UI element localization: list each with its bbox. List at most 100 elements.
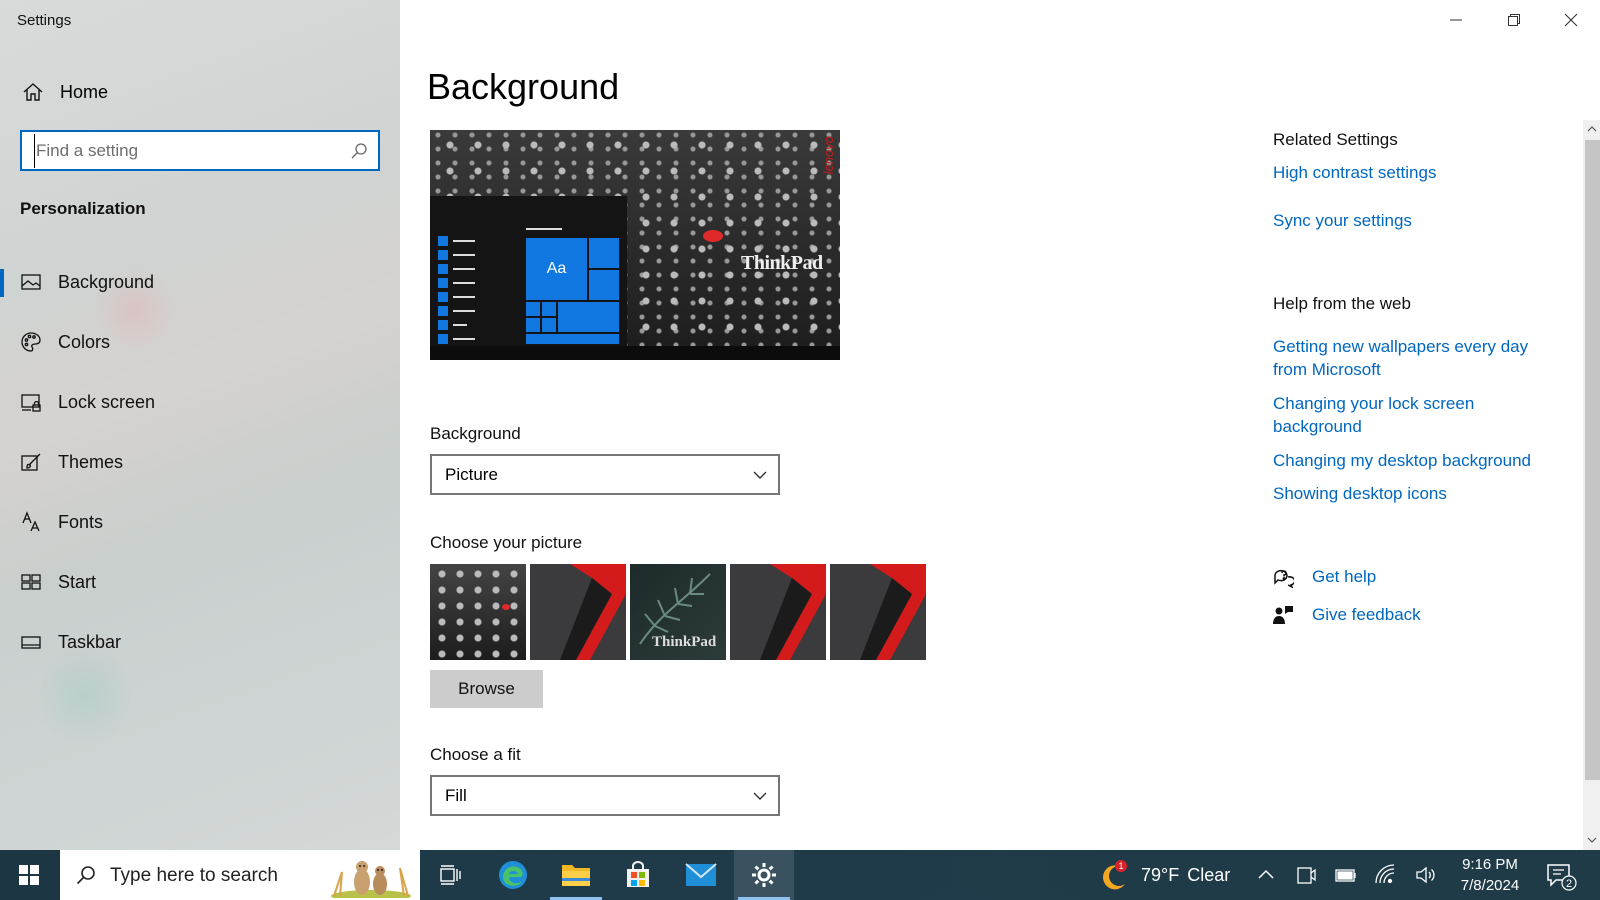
- fit-dropdown-value: Fill: [445, 786, 467, 805]
- settings-search-box[interactable]: [20, 130, 380, 171]
- search-icon[interactable]: [350, 142, 368, 160]
- file-explorer-app[interactable]: [546, 850, 606, 900]
- lock-screen-help-link[interactable]: Changing your lock screen background: [1273, 392, 1563, 438]
- weather-condition: Clear: [1187, 864, 1231, 885]
- get-help-label: Get help: [1312, 567, 1377, 586]
- vertical-scrollbar[interactable]: [1583, 120, 1600, 850]
- start-icon: [21, 574, 41, 590]
- browse-button[interactable]: Browse: [430, 670, 543, 708]
- related-settings-heading: Related Settings: [1273, 130, 1398, 149]
- chevron-up-icon[interactable]: [1254, 863, 1278, 887]
- notification-count: 2: [1566, 878, 1572, 890]
- desktop-icons-help-link[interactable]: Showing desktop icons: [1273, 482, 1563, 505]
- sidebar-item-start[interactable]: Start: [0, 559, 400, 605]
- taskbar-search-box[interactable]: Type here to search: [60, 850, 420, 900]
- clock[interactable]: 9:16 PM 7/8/2024: [1440, 854, 1540, 896]
- preview-tile: [542, 318, 556, 332]
- preview-maker-text: lenovo: [821, 136, 836, 175]
- background-preview: lenovo ThinkPad Aa: [430, 130, 840, 360]
- background-dropdown-value: Picture: [445, 465, 498, 484]
- edge-app[interactable]: [483, 850, 543, 900]
- sidebar-item-themes[interactable]: Themes: [0, 439, 400, 485]
- preview-tile: [589, 270, 619, 300]
- task-view-button[interactable]: [420, 850, 480, 900]
- notification-center-icon[interactable]: 2: [1545, 860, 1577, 892]
- wifi-icon[interactable]: [1374, 863, 1398, 887]
- meerkat-search-highlight-icon: [331, 861, 411, 898]
- feedback-icon: [1273, 606, 1293, 624]
- sidebar-item-taskbar[interactable]: Taskbar: [0, 619, 400, 665]
- taskbar: Type here to search 1 79°F Clear 9:16 PM…: [0, 850, 1600, 900]
- start-button[interactable]: [0, 850, 58, 900]
- scroll-up-icon[interactable]: [1586, 123, 1598, 135]
- picture-thumbnail[interactable]: ThinkPad: [630, 564, 726, 660]
- sidebar-item-fonts[interactable]: Fonts: [0, 499, 400, 545]
- sidebar-item-label: Start: [58, 572, 97, 592]
- get-help-icon: [1274, 569, 1294, 588]
- scrollbar-thumb[interactable]: [1585, 140, 1600, 780]
- preview-tile: [558, 302, 619, 332]
- wallpapers-help-link[interactable]: Getting new wallpapers every day from Mi…: [1273, 335, 1563, 381]
- picture-thumbnail[interactable]: [830, 564, 926, 660]
- choose-fit-label: Choose a fit: [430, 745, 521, 764]
- volume-icon[interactable]: [1414, 863, 1438, 887]
- fit-dropdown[interactable]: Fill: [430, 775, 780, 816]
- settings-search-input[interactable]: [34, 133, 344, 168]
- picture-thumbnail[interactable]: [530, 564, 626, 660]
- preview-tile-large: Aa: [526, 238, 587, 300]
- preview-tiles: Aa: [526, 238, 620, 346]
- sidebar-item-lock-screen[interactable]: Lock screen: [0, 379, 400, 425]
- give-feedback-label: Give feedback: [1312, 605, 1421, 624]
- chevron-down-icon: [753, 792, 767, 800]
- background-label: Background: [430, 424, 521, 443]
- store-icon: [627, 861, 649, 887]
- scroll-down-icon[interactable]: [1586, 834, 1598, 846]
- moon-icon: 1: [1103, 860, 1127, 890]
- sidebar-item-label: Lock screen: [58, 392, 156, 412]
- nav-home[interactable]: Home: [0, 72, 400, 112]
- preview-red-accent: [703, 230, 723, 242]
- picture-thumbnail[interactable]: [430, 564, 526, 660]
- red-stripe-wallpaper-icon: [560, 564, 626, 660]
- sidebar: Settings Home Personalization Background…: [0, 0, 400, 850]
- sidebar-item-label: Taskbar: [58, 632, 122, 652]
- mail-app[interactable]: [671, 850, 731, 900]
- sidebar-item-label: Fonts: [58, 512, 104, 532]
- restore-button[interactable]: [1485, 0, 1543, 40]
- high-contrast-link[interactable]: High contrast settings: [1273, 161, 1563, 184]
- nav-home-label: Home: [60, 82, 109, 102]
- window-title: Settings: [17, 12, 72, 29]
- taskbar-search-placeholder: Type here to search: [110, 865, 278, 886]
- preview-tile: [526, 318, 540, 332]
- desktop-background-help-link[interactable]: Changing my desktop background: [1273, 449, 1563, 472]
- minimize-button[interactable]: [1427, 0, 1485, 40]
- sidebar-item-colors[interactable]: Colors: [0, 319, 400, 365]
- mail-icon: [685, 863, 717, 886]
- settings-app[interactable]: [734, 850, 794, 900]
- sidebar-item-label: Themes: [58, 452, 124, 472]
- red-stripe-wallpaper-icon: [760, 564, 826, 660]
- weather-alert-count: 1: [1118, 861, 1123, 871]
- red-stripe-wallpaper-icon: [860, 564, 926, 660]
- sidebar-item-label: Background: [58, 272, 155, 292]
- search-icon: [76, 866, 95, 885]
- weather-temp: 79°F: [1141, 864, 1180, 885]
- meet-now-icon[interactable]: [1294, 863, 1318, 887]
- lock-screen-icon: [21, 394, 41, 412]
- sync-settings-link[interactable]: Sync your settings: [1273, 209, 1563, 232]
- taskbar-icon: [21, 636, 41, 649]
- background-dropdown[interactable]: Picture: [430, 454, 780, 495]
- section-label: Personalization: [20, 199, 146, 218]
- weather-widget[interactable]: 1 79°F Clear: [1097, 850, 1230, 900]
- sidebar-item-background[interactable]: Background: [0, 259, 400, 305]
- microsoft-store-app[interactable]: [608, 850, 668, 900]
- preview-header-line: [526, 228, 562, 230]
- battery-icon[interactable]: [1334, 863, 1358, 887]
- windows-logo-icon: [19, 865, 39, 885]
- thumb-red-accent: [502, 604, 510, 610]
- page-title: Background: [427, 66, 620, 107]
- task-view-icon: [440, 865, 461, 885]
- close-button[interactable]: [1542, 0, 1600, 40]
- palette-icon: [21, 332, 41, 352]
- picture-thumbnail[interactable]: [730, 564, 826, 660]
